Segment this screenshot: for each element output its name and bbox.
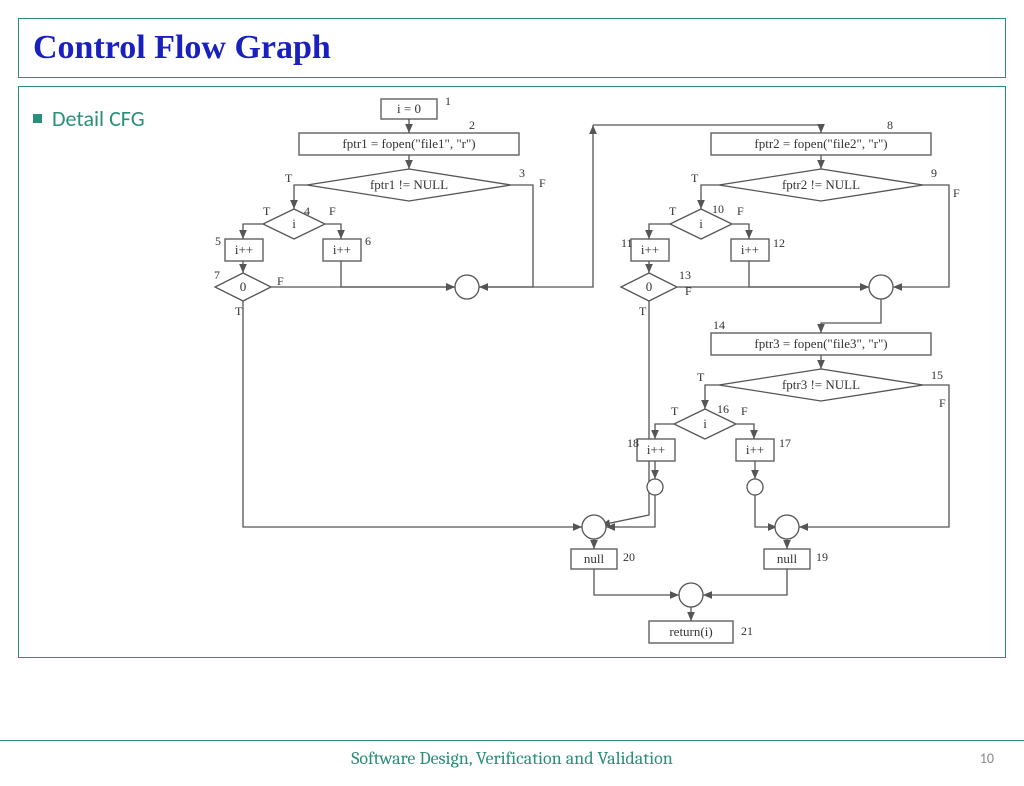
node-19-text: null — [777, 551, 798, 566]
node-7-label: 7 — [214, 268, 220, 282]
node-15-text: fptr3 != NULL — [782, 377, 860, 392]
node-5-label: 5 — [215, 234, 221, 248]
edge-3-4-T-label: T — [285, 171, 293, 185]
node-13-text: 0 — [646, 279, 653, 294]
node-2-label: 2 — [469, 118, 475, 132]
edge-12-joinR — [749, 261, 869, 287]
node-4-label: 4 — [304, 204, 310, 218]
edge-mjR-join4 — [755, 495, 777, 527]
edge-10-F-label: F — [737, 204, 744, 218]
node-18-label: 18 — [627, 436, 639, 450]
edge-13-T-label: T — [639, 304, 647, 318]
flowchart-diagram: i = 0 1 fptr1 = fopen("file1", "r") 2 fp… — [19, 87, 1006, 657]
node-1-label: 1 — [445, 94, 451, 108]
node-19-label: 19 — [816, 550, 828, 564]
edge-15-T-label: T — [697, 370, 705, 384]
node-5-text: i++ — [235, 242, 253, 257]
node-11-text: i++ — [641, 242, 659, 257]
edge-4-5-T-label: T — [263, 204, 271, 218]
node-20-label: 20 — [623, 550, 635, 564]
node-13-label: 13 — [679, 268, 691, 282]
node-16-text: i — [703, 416, 707, 431]
edge-3-F-label: F — [539, 176, 546, 190]
node-10-text: i — [699, 216, 703, 231]
node-14-text: fptr3 = fopen("file3", "r") — [754, 336, 887, 351]
edge-top-to-8 — [593, 125, 821, 133]
join-3 — [582, 515, 606, 539]
edge-16-T-label: T — [671, 404, 679, 418]
minijoin-R — [747, 479, 763, 495]
join-4 — [775, 515, 799, 539]
node-4-text: i — [292, 216, 296, 231]
node-20-text: null — [584, 551, 605, 566]
edge-4-5 — [243, 224, 263, 239]
node-11-label: 11 — [621, 236, 633, 250]
edge-16-18 — [655, 424, 674, 439]
node-21-text: return(i) — [669, 624, 712, 639]
edge-16-17 — [736, 424, 754, 439]
edge-4-6-F-label: F — [329, 204, 336, 218]
title-box: Control Flow Graph — [18, 18, 1006, 78]
node-17-text: i++ — [746, 442, 764, 457]
edge-9-F-label: F — [953, 186, 960, 200]
edge-6-joinL — [341, 261, 455, 287]
edge-13-join3 — [601, 301, 649, 525]
edge-7-join3 — [243, 301, 582, 527]
page-number: 10 — [980, 750, 994, 767]
node-9-label: 9 — [931, 166, 937, 180]
node-15-label: 15 — [931, 368, 943, 382]
node-7-text: 0 — [240, 279, 247, 294]
node-16-label: 16 — [717, 402, 729, 416]
edge-joinR-14 — [821, 299, 881, 333]
node-12-label: 12 — [773, 236, 785, 250]
node-1-text: i = 0 — [397, 101, 421, 116]
edge-9-T-label: T — [691, 171, 699, 185]
slide-title: Control Flow Graph — [33, 29, 991, 67]
footer-divider — [0, 740, 1024, 741]
join-right — [869, 275, 893, 299]
node-10-label: 10 — [712, 202, 724, 216]
node-3-text: fptr1 != NULL — [370, 177, 448, 192]
footer-text: Software Design, Verification and Valida… — [0, 748, 1024, 769]
edge-15-F-label: F — [939, 396, 946, 410]
edge-9-joinR-F — [893, 185, 949, 287]
node-2-text: fptr1 = fopen("file1", "r") — [342, 136, 475, 151]
edge-19-joinF — [703, 569, 787, 595]
edge-15-join4-F — [799, 385, 949, 527]
edge-10-T-label: T — [669, 204, 677, 218]
edge-3-joinL-F — [479, 185, 533, 287]
edge-16-F-label: F — [741, 404, 748, 418]
node-14-label: 14 — [713, 318, 725, 332]
edge-7-F-label: F — [277, 274, 284, 288]
node-12-text: i++ — [741, 242, 759, 257]
edge-10-12 — [732, 224, 749, 239]
join-final — [679, 583, 703, 607]
node-21-label: 21 — [741, 624, 753, 638]
node-6-label: 6 — [365, 234, 371, 248]
node-9-text: fptr2 != NULL — [782, 177, 860, 192]
edge-13-F-label: F — [685, 284, 692, 298]
node-18-text: i++ — [647, 442, 665, 457]
node-3-label: 3 — [519, 166, 525, 180]
node-17-label: 17 — [779, 436, 791, 450]
edge-4-6 — [325, 224, 341, 239]
content-box: Detail CFG i = 0 1 fptr1 = fopen("file1"… — [18, 86, 1006, 658]
edge-7-T-label: T — [235, 304, 243, 318]
node-8-text: fptr2 = fopen("file2", "r") — [754, 136, 887, 151]
node-8-label: 8 — [887, 118, 893, 132]
join-left — [455, 275, 479, 299]
minijoin-L — [647, 479, 663, 495]
edge-10-11 — [649, 224, 670, 239]
edge-20-joinF — [594, 569, 679, 595]
node-6-text: i++ — [333, 242, 351, 257]
